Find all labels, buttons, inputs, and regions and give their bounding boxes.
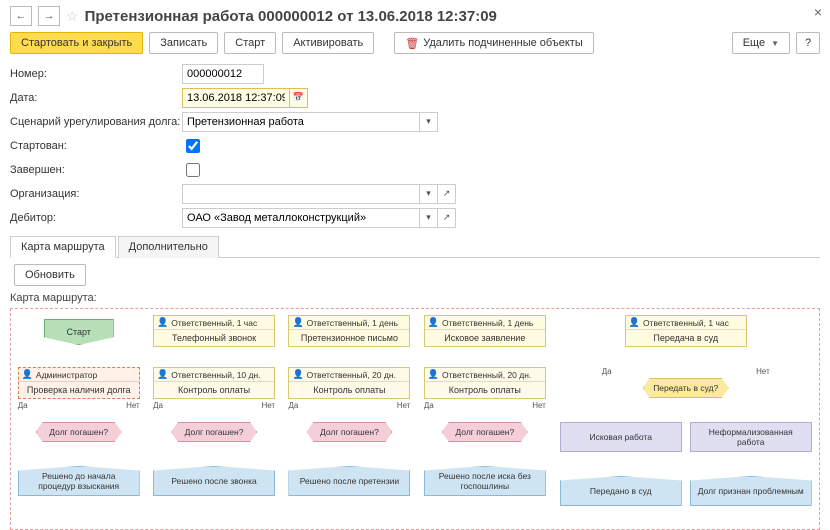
lane-call: 👤Ответственный, 1 час Телефонный звонок … [152,315,275,525]
node-claim[interactable]: 👤Ответственный, 1 день Исковое заявление [424,315,546,347]
node-repaid-0[interactable]: Долг погашен? [36,422,122,442]
node-to-court-q[interactable]: Передать в суд? [643,378,729,398]
org-dropdown-icon[interactable]: ▾ [420,184,438,204]
date-field[interactable] [182,88,290,108]
calendar-icon[interactable]: 📅 [290,88,308,108]
start-close-button[interactable]: Стартовать и закрыть [10,32,143,54]
help-button[interactable]: ? [796,32,820,54]
close-icon[interactable]: × [814,4,822,20]
node-repaid-3[interactable]: Долг погашен? [442,422,528,442]
node-start[interactable]: Старт [44,319,114,345]
scenario-label: Сценарий урегулирования долга: [10,116,182,128]
node-informal-work[interactable]: Неформализованная работа [690,422,812,452]
map-section-label: Карта маршрута: [10,292,820,304]
number-label: Номер: [10,68,182,80]
debtor-open-icon[interactable]: ↗ [438,208,456,228]
node-call[interactable]: 👤Ответственный, 1 час Телефонный звонок [153,315,275,347]
person-icon: 👤 [629,317,640,328]
person-icon: 👤 [22,369,33,380]
started-checkbox[interactable] [186,139,200,153]
person-icon: 👤 [157,317,168,328]
delete-icon: 🗑 [405,37,419,50]
activate-button[interactable]: Активировать [282,32,374,54]
org-label: Организация: [10,188,182,200]
lane-letter: 👤Ответственный, 1 день Претензионное пис… [288,315,411,525]
node-repaid-2[interactable]: Долг погашен? [306,422,392,442]
write-button[interactable]: Записать [149,32,218,54]
refresh-button[interactable]: Обновить [14,264,86,286]
chevron-down-icon: ▼ [771,39,779,48]
lane-claim: 👤Ответственный, 1 день Исковое заявление… [423,315,546,525]
scenario-field[interactable] [182,112,420,132]
org-open-icon[interactable]: ↗ [438,184,456,204]
node-ctrl-2[interactable]: 👤Ответственный, 20 дн. Контроль оплаты [288,367,410,399]
node-end-1[interactable]: Решено после звонка [153,466,275,496]
node-ctrl-1[interactable]: 👤Ответственный, 10 дн. Контроль оплаты [153,367,275,399]
person-icon: 👤 [157,369,168,380]
debtor-label: Дебитор: [10,212,182,224]
finished-checkbox[interactable] [186,163,200,177]
number-field[interactable] [182,64,264,84]
person-icon: 👤 [428,369,439,380]
date-label: Дата: [10,92,182,104]
started-label: Стартован: [10,140,182,152]
favorite-star-icon[interactable]: ☆ [66,8,79,25]
node-court[interactable]: 👤Ответственный, 1 час Передача в суд [625,315,747,347]
route-map-canvas: Старт 👤Администратор Проверка наличия до… [10,308,820,530]
scenario-dropdown-icon[interactable]: ▾ [420,112,438,132]
tab-extra[interactable]: Дополнительно [118,236,219,258]
debtor-dropdown-icon[interactable]: ▾ [420,208,438,228]
node-admin-check[interactable]: 👤Администратор Проверка наличия долга [18,367,140,399]
more-button[interactable]: Еще▼ [732,32,790,54]
nav-forward-button[interactable]: → [38,6,60,26]
node-repaid-1[interactable]: Долг погашен? [171,422,257,442]
nav-back-button[interactable]: ← [10,6,32,26]
node-letter[interactable]: 👤Ответственный, 1 день Претензионное пис… [288,315,410,347]
delete-subordinates-button[interactable]: 🗑 Удалить подчиненные объекты [394,32,594,54]
tab-route-map[interactable]: Карта маршрута [10,236,116,258]
node-end-2[interactable]: Решено после претензии [288,466,410,496]
debtor-field[interactable] [182,208,420,228]
window-title: Претензионная работа 000000012 от 13.06.… [85,8,497,25]
start-button[interactable]: Старт [224,32,276,54]
person-icon: 👤 [292,369,303,380]
lane-start: Старт 👤Администратор Проверка наличия до… [17,315,140,525]
org-field[interactable] [182,184,420,204]
lane-court: 👤Ответственный, 1 час Передача в суд ДаН… [559,315,813,525]
node-ctrl-3[interactable]: 👤Ответственный, 20 дн. Контроль оплаты [424,367,546,399]
node-end-0[interactable]: Решено до начала процедур взыскания [18,466,140,496]
node-end-5[interactable]: Долг признан проблемным [690,476,812,506]
node-end-4[interactable]: Передано в суд [560,476,682,506]
person-icon: 👤 [428,317,439,328]
node-end-3[interactable]: Решено после иска без госпошлины [424,466,546,496]
node-lawsuit-work[interactable]: Исковая работа [560,422,682,452]
finished-label: Завершен: [10,164,182,176]
person-icon: 👤 [292,317,303,328]
